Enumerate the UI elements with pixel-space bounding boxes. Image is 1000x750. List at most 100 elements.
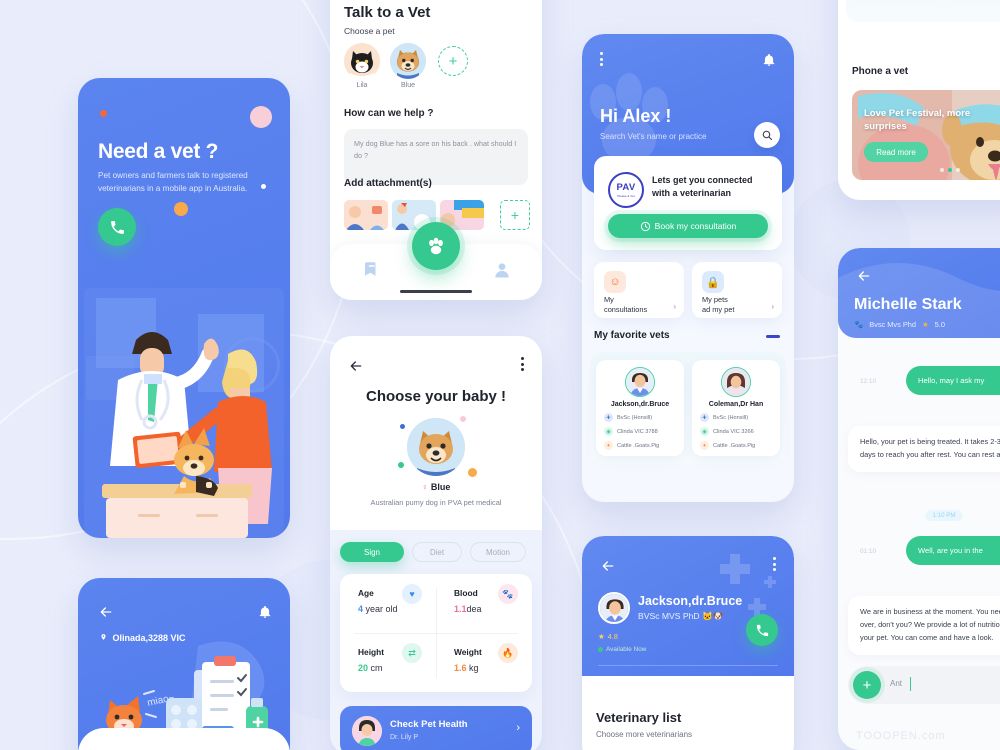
pet-avatar-blue[interactable] bbox=[390, 43, 426, 79]
vet-photo-female bbox=[722, 368, 750, 396]
chat-input-bar[interactable]: + Ant bbox=[848, 666, 1000, 704]
home-indicator bbox=[400, 289, 472, 293]
text-caret bbox=[910, 677, 912, 691]
message-bubble-incoming-1: We are in business at the moment. You ne… bbox=[848, 596, 1000, 655]
call-vet-button[interactable] bbox=[98, 208, 136, 246]
paw-fab-button[interactable] bbox=[412, 222, 460, 270]
vet-name: Jackson,dr.Bruce bbox=[638, 594, 743, 608]
chat-input[interactable]: Ant bbox=[890, 679, 902, 688]
divider bbox=[598, 665, 778, 666]
back-arrow-icon[interactable] bbox=[854, 268, 874, 284]
pet-avatar-lila[interactable] bbox=[344, 43, 380, 79]
carousel-dot-2[interactable] bbox=[956, 168, 960, 172]
paw-badge-icon: 🐾 bbox=[854, 320, 864, 329]
bottom-nav bbox=[330, 222, 542, 300]
check-pet-health-card[interactable]: Check Pet Health Dr. Lily P › bbox=[340, 706, 532, 750]
chevron-right-icon[interactable]: › bbox=[516, 722, 520, 734]
banner-photo bbox=[852, 90, 1000, 180]
female-icon: ♀ bbox=[421, 482, 429, 492]
chevron-right-icon[interactable]: › bbox=[673, 302, 676, 311]
tab-diet[interactable]: Diet bbox=[412, 542, 462, 562]
star-icon: ★ bbox=[922, 320, 929, 329]
favorite-vet-card-1[interactable]: Coleman,Dr Han ✚ BvSc (Honsill) ◉ Clinda… bbox=[692, 360, 780, 456]
pet-avatar[interactable] bbox=[407, 418, 465, 476]
availability-text: Available Now bbox=[606, 646, 647, 653]
bookmark-icon[interactable] bbox=[362, 260, 380, 278]
degree-icon: ✚ bbox=[604, 413, 613, 422]
message-bubble-outgoing-1: Well, are you in the bbox=[906, 536, 1000, 566]
tab-motion[interactable]: Motion bbox=[470, 542, 526, 562]
screen-chat: Michelle Stark 🐾 Bvsc Mvs Phd ★ 5.0 12:1… bbox=[838, 248, 1000, 750]
favorites-indicator[interactable] bbox=[766, 335, 780, 338]
avatar bbox=[598, 592, 630, 624]
favorites-title: My favorite vets bbox=[594, 330, 670, 341]
bell-icon[interactable] bbox=[762, 52, 776, 68]
paw-icon: 🐾 bbox=[498, 584, 518, 604]
back-arrow-icon[interactable] bbox=[598, 558, 618, 574]
lock-icon: 🔒 bbox=[702, 271, 724, 293]
attachment-thumb-0[interactable] bbox=[344, 200, 388, 230]
carousel-dot-1[interactable] bbox=[948, 168, 952, 172]
kebab-menu-icon[interactable] bbox=[521, 357, 524, 371]
help-label: How can we help ? bbox=[344, 108, 434, 119]
search-button[interactable] bbox=[754, 122, 780, 148]
screen-need-a-vet: Need a vet ? Pet owners and farmers talk… bbox=[78, 78, 290, 538]
pet-name-0: Lila bbox=[356, 82, 368, 89]
decor-dot-orange bbox=[468, 468, 477, 477]
health-card-title: Check Pet Health bbox=[390, 719, 468, 730]
dog-photo bbox=[390, 43, 426, 79]
add-attachment-button[interactable]: + bbox=[853, 671, 881, 699]
search-input[interactable]: Search Vet's name or practice bbox=[600, 132, 706, 141]
call-vet-button[interactable] bbox=[746, 614, 778, 646]
bell-icon[interactable] bbox=[258, 604, 272, 620]
person-icon[interactable] bbox=[492, 260, 512, 280]
avatar bbox=[721, 367, 751, 397]
stat-unit: cm bbox=[368, 663, 383, 673]
vet-tag-2: ✦ Cattle .Goats.Pig bbox=[604, 440, 659, 451]
back-arrow-icon[interactable] bbox=[96, 604, 116, 620]
vet-degree: BVSc MVS PhD 🐱🐶 bbox=[638, 611, 724, 621]
phone-icon bbox=[110, 220, 124, 234]
location-pin-icon: ◉ bbox=[700, 427, 709, 436]
chevron-right-icon[interactable]: › bbox=[771, 302, 774, 311]
stat-unit: dea bbox=[466, 604, 482, 614]
tab-sign[interactable]: Sign bbox=[340, 542, 404, 562]
doctor-photo bbox=[352, 716, 382, 746]
tile-my-consultations[interactable]: ☺ My consultations › bbox=[594, 262, 684, 318]
star-icon: ★ bbox=[598, 632, 605, 641]
stat-blood: Blood 1.1dea 🐾 bbox=[436, 574, 532, 633]
kebab-menu-icon[interactable] bbox=[600, 52, 603, 66]
degree-icon: ✚ bbox=[700, 413, 709, 422]
vet-tag-text: BvSc (Honsill) bbox=[713, 414, 749, 421]
screen-vet-profile: Jackson,dr.Bruce BVSc MVS PhD 🐱🐶 ★ 4.8 A… bbox=[582, 536, 794, 750]
carousel-dots[interactable] bbox=[940, 168, 960, 172]
pet-name-text: Blue bbox=[430, 482, 451, 492]
carousel-dot-0[interactable] bbox=[940, 168, 944, 172]
message-input[interactable]: My dog Blue has a sore on his back . wha… bbox=[344, 129, 528, 185]
decor-dot-blue bbox=[400, 424, 405, 429]
pav-logo-subtext: Please & Vet bbox=[617, 194, 635, 198]
cat-photo bbox=[344, 43, 380, 79]
pet-name-1: Blue bbox=[400, 82, 415, 89]
chat-day-divider: 1:10 PM bbox=[925, 510, 963, 521]
tile-my-pets[interactable]: 🔒 My pets ad my pet › bbox=[692, 262, 782, 318]
location-pin-icon: ◉ bbox=[604, 427, 613, 436]
book-consultation-button[interactable]: Book my consultation bbox=[608, 214, 768, 238]
book-consultation-label: Book my consultation bbox=[654, 221, 737, 231]
read-more-label: Read more bbox=[876, 147, 916, 157]
read-more-button[interactable]: Read more bbox=[864, 142, 928, 162]
page-title: Choose your baby ! bbox=[365, 388, 507, 405]
promo-banner[interactable]: Love Pet Festival, more surprises Read m… bbox=[852, 90, 1000, 180]
paw-icon: ✦ bbox=[604, 441, 613, 450]
stat-number: 1.6 bbox=[454, 663, 467, 673]
favorite-vet-card-0[interactable]: Jackson,dr.Bruce ✚ BvSc (Honsill) ◉ Clin… bbox=[596, 360, 684, 456]
banner-title: Love Pet Festival, more surprises bbox=[864, 108, 971, 132]
vet-tag-text: Clinda VIC 3266 bbox=[713, 428, 754, 435]
tab-label: Sign bbox=[363, 547, 380, 557]
add-attachment-button[interactable]: + bbox=[500, 200, 530, 230]
kebab-menu-icon[interactable] bbox=[773, 557, 776, 571]
chat-contact-name: Michelle Stark bbox=[854, 296, 962, 313]
phone-icon bbox=[756, 624, 768, 636]
back-arrow-icon[interactable] bbox=[346, 358, 366, 374]
add-pet-button[interactable]: + bbox=[438, 46, 468, 76]
